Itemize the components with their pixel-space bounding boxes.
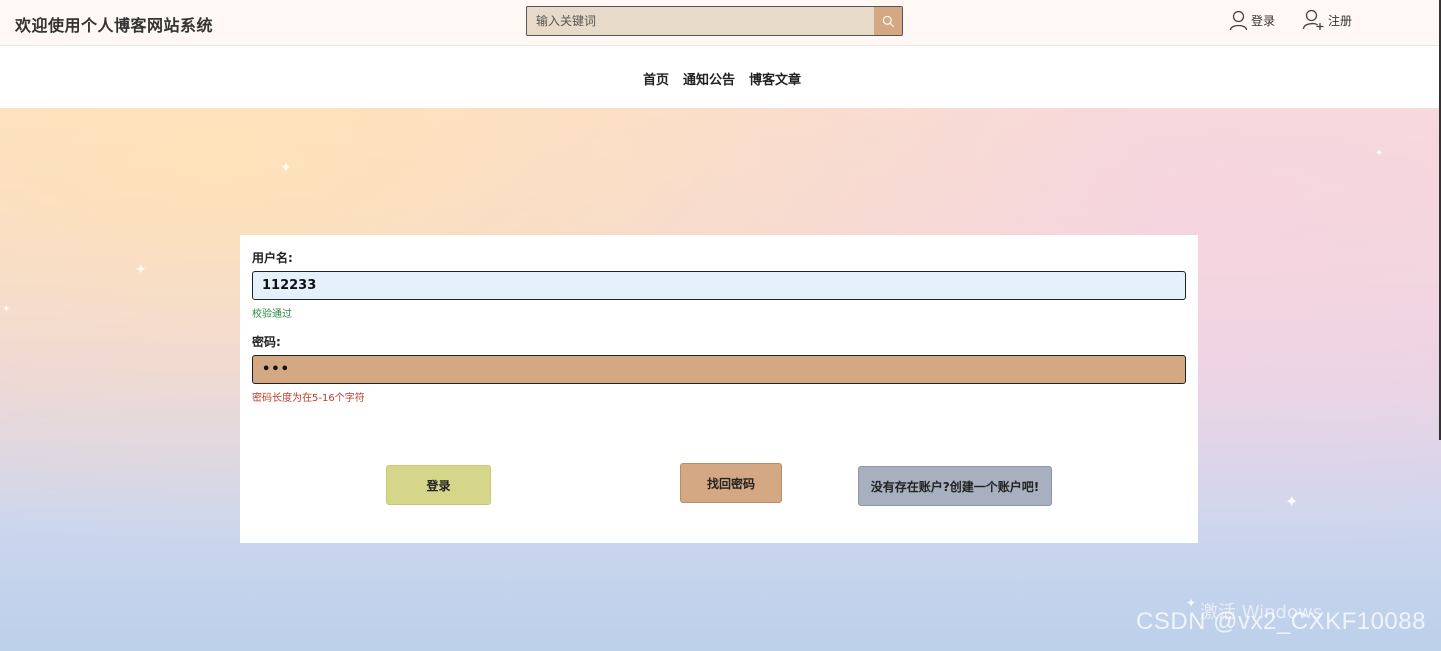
search-icon	[882, 15, 894, 27]
password-validation-message: 密码长度为在5-16个字符	[252, 393, 365, 404]
star-decoration: ✦	[2, 304, 11, 315]
password-label: 密码:	[252, 335, 281, 349]
main-nav: 首页 通知公告 博客文章	[0, 47, 1441, 108]
header-register-link[interactable]: 注册	[1302, 8, 1352, 32]
search-box	[526, 6, 903, 36]
user-icon	[1229, 10, 1248, 30]
top-header: 欢迎使用个人博客网站系统 登录 注册	[0, 0, 1441, 46]
csdn-watermark: CSDN @vx2_CXKF10088	[1136, 608, 1426, 635]
site-title: 欢迎使用个人博客网站系统	[15, 16, 214, 35]
login-form: 用户名: 校验通过 密码: 密码长度为在5-16个字符 登录 找回密码 没有存在…	[240, 235, 1198, 543]
star-decoration: ✦	[1375, 148, 1384, 159]
username-label: 用户名:	[252, 251, 293, 265]
add-user-icon	[1302, 9, 1324, 30]
nav-item-home[interactable]: 首页	[643, 69, 669, 88]
password-input[interactable]	[252, 355, 1186, 384]
header-register-label: 注册	[1328, 13, 1353, 28]
login-button[interactable]: 登录	[386, 465, 491, 505]
create-account-button[interactable]: 没有存在账户?创建一个账户吧!	[858, 466, 1052, 506]
username-validation-message: 校验通过	[252, 309, 292, 320]
header-login-label: 登录	[1251, 13, 1276, 28]
star-decoration: ✦	[135, 262, 147, 278]
nav-item-blog-articles[interactable]: 博客文章	[749, 69, 801, 88]
star-decoration: ✦	[280, 160, 292, 176]
nav-item-notices[interactable]: 通知公告	[683, 69, 735, 88]
search-input[interactable]	[527, 7, 875, 35]
username-input[interactable]	[252, 271, 1186, 300]
header-login-link[interactable]: 登录	[1229, 8, 1275, 32]
star-decoration: ✦	[1285, 492, 1299, 511]
forgot-password-button[interactable]: 找回密码	[680, 463, 782, 503]
search-button[interactable]	[874, 7, 902, 35]
